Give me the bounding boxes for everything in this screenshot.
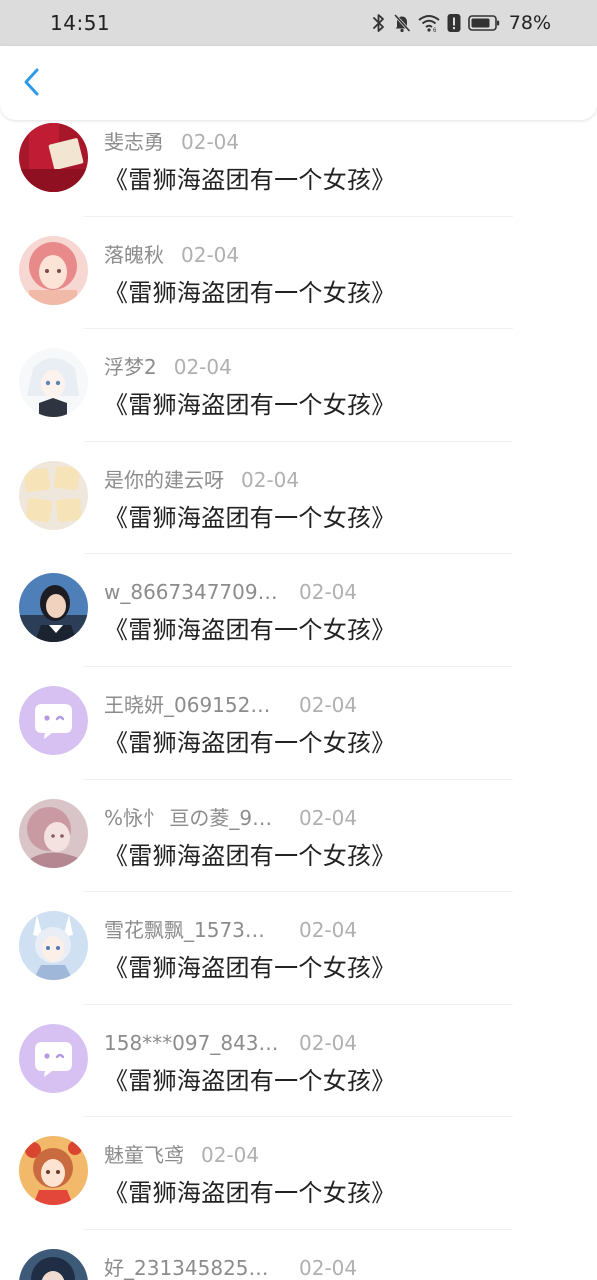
username[interactable]: 雪花飘飘_1573… — [104, 917, 282, 943]
avatar[interactable] — [19, 1136, 88, 1206]
list-item[interactable]: 浮梦2 02-04 《雷狮海盗团有一个女孩》 — [0, 329, 597, 442]
comment-date: 02-04 — [299, 1030, 358, 1055]
list-item[interactable]: %怺忄 亘の菱_9… 02-04 《雷狮海盗团有一个女孩》 — [0, 780, 597, 893]
comment-date: 02-04 — [241, 467, 300, 492]
username[interactable]: 王晓妍_069152… — [104, 692, 282, 718]
comment-text[interactable]: 《雷狮海盗团有一个女孩》 — [104, 1177, 396, 1209]
comment-date: 02-04 — [299, 805, 358, 830]
comment-meta: 雪花飘飘_1573… 02-04 — [104, 917, 357, 943]
comment-meta: 落魄秋 02-04 — [104, 242, 239, 268]
comment-text[interactable]: 《雷狮海盗团有一个女孩》 — [104, 1065, 396, 1097]
comment-text[interactable]: 《雷狮海盗团有一个女孩》 — [104, 164, 396, 196]
username[interactable]: 好_231345825… — [104, 1255, 282, 1280]
comment-text[interactable]: 《雷狮海盗团有一个女孩》 — [104, 614, 396, 646]
username[interactable]: %怺忄 亘の菱_9… — [104, 805, 282, 831]
username[interactable]: 浮梦2 — [104, 354, 157, 380]
screen: 14:51 6 78% 斐志勇 02-04 《雷狮海盗团有一个女孩》 落魄秋 0… — [0, 0, 597, 1280]
list-item[interactable]: 王晓妍_069152… 02-04 《雷狮海盗团有一个女孩》 — [0, 667, 597, 780]
chevron-left-icon — [22, 67, 42, 101]
avatar[interactable] — [19, 348, 88, 418]
username[interactable]: 是你的建云呀 — [104, 467, 224, 493]
wifi-icon: 6 — [418, 14, 440, 32]
list-item[interactable]: 斐志勇 02-04 《雷狮海盗团有一个女孩》 — [0, 104, 597, 217]
comment-date: 02-04 — [299, 580, 358, 605]
comment-date: 02-04 — [181, 130, 240, 154]
comment-date: 02-04 — [181, 242, 240, 267]
bell-muted-icon — [393, 13, 411, 33]
back-button[interactable] — [14, 66, 50, 102]
comment-text[interactable]: 《雷狮海盗团有一个女孩》 — [104, 952, 396, 984]
comment-date: 02-04 — [299, 1255, 358, 1280]
comment-date: 02-04 — [201, 1143, 260, 1168]
comment-meta: 王晓妍_069152… 02-04 — [104, 692, 357, 718]
list-item[interactable]: 158***097_843… 02-04 《雷狮海盗团有一个女孩》 — [0, 1005, 597, 1118]
comment-meta: 158***097_843… 02-04 — [104, 1030, 357, 1056]
status-time: 14:51 — [50, 11, 111, 35]
status-bar: 14:51 6 78% — [0, 0, 597, 46]
status-icons: 6 78% — [372, 10, 551, 36]
avatar[interactable] — [19, 123, 88, 192]
avatar[interactable] — [19, 911, 88, 981]
comment-meta: 好_231345825… 02-04 — [104, 1255, 357, 1280]
comment-text[interactable]: 《雷狮海盗团有一个女孩》 — [104, 277, 396, 309]
top-nav-bar — [0, 46, 597, 120]
comment-text[interactable]: 《雷狮海盗团有一个女孩》 — [104, 727, 396, 759]
avatar[interactable] — [19, 798, 88, 868]
list-item[interactable]: w_8667347709… 02-04 《雷狮海盗团有一个女孩》 — [0, 554, 597, 667]
comment-date: 02-04 — [299, 918, 358, 943]
list-item[interactable]: 好_231345825… 02-04 — [0, 1230, 597, 1280]
comment-meta: 浮梦2 02-04 — [104, 354, 232, 380]
default-avatar[interactable] — [19, 685, 88, 755]
avatar[interactable] — [19, 460, 88, 530]
chat-bubble-icon — [19, 685, 88, 755]
chat-bubble-icon — [19, 1023, 88, 1093]
list-item[interactable]: 雪花飘飘_1573… 02-04 《雷狮海盗团有一个女孩》 — [0, 892, 597, 1005]
comment-meta: 是你的建云呀 02-04 — [104, 467, 299, 493]
comment-meta: 魅童飞鸢 02-04 — [104, 1142, 259, 1168]
list-item[interactable]: 魅童飞鸢 02-04 《雷狮海盗团有一个女孩》 — [0, 1117, 597, 1230]
username[interactable]: 斐志勇 — [104, 129, 164, 155]
avatar[interactable] — [19, 235, 88, 305]
comment-meta: %怺忄 亘の菱_9… 02-04 — [104, 805, 357, 831]
comment-text[interactable]: 《雷狮海盗团有一个女孩》 — [104, 840, 396, 872]
avatar[interactable] — [19, 1248, 88, 1280]
comment-text[interactable]: 《雷狮海盗团有一个女孩》 — [104, 502, 396, 534]
battery-percent: 78% — [508, 12, 551, 34]
comment-text[interactable]: 《雷狮海盗团有一个女孩》 — [104, 389, 396, 421]
list-item[interactable]: 是你的建云呀 02-04 《雷狮海盗团有一个女孩》 — [0, 442, 597, 555]
list-item[interactable]: 落魄秋 02-04 《雷狮海盗团有一个女孩》 — [0, 217, 597, 330]
alert-icon — [447, 13, 461, 33]
username[interactable]: 158***097_843… — [104, 1030, 282, 1056]
battery-icon — [467, 14, 500, 32]
avatar[interactable] — [19, 573, 88, 643]
comment-meta: 斐志勇 02-04 — [104, 129, 239, 155]
bluetooth-icon — [372, 13, 386, 33]
comment-meta: w_8667347709… 02-04 — [104, 579, 357, 605]
username[interactable]: 落魄秋 — [104, 242, 164, 268]
comment-date: 02-04 — [299, 692, 358, 717]
username[interactable]: 魅童飞鸢 — [104, 1142, 184, 1168]
default-avatar[interactable] — [19, 1023, 88, 1093]
comment-list: 斐志勇 02-04 《雷狮海盗团有一个女孩》 落魄秋 02-04 《雷狮海盗团有… — [0, 104, 597, 1280]
username[interactable]: w_8667347709… — [104, 579, 282, 605]
svg-text:6: 6 — [433, 28, 437, 32]
comment-date: 02-04 — [173, 355, 232, 380]
